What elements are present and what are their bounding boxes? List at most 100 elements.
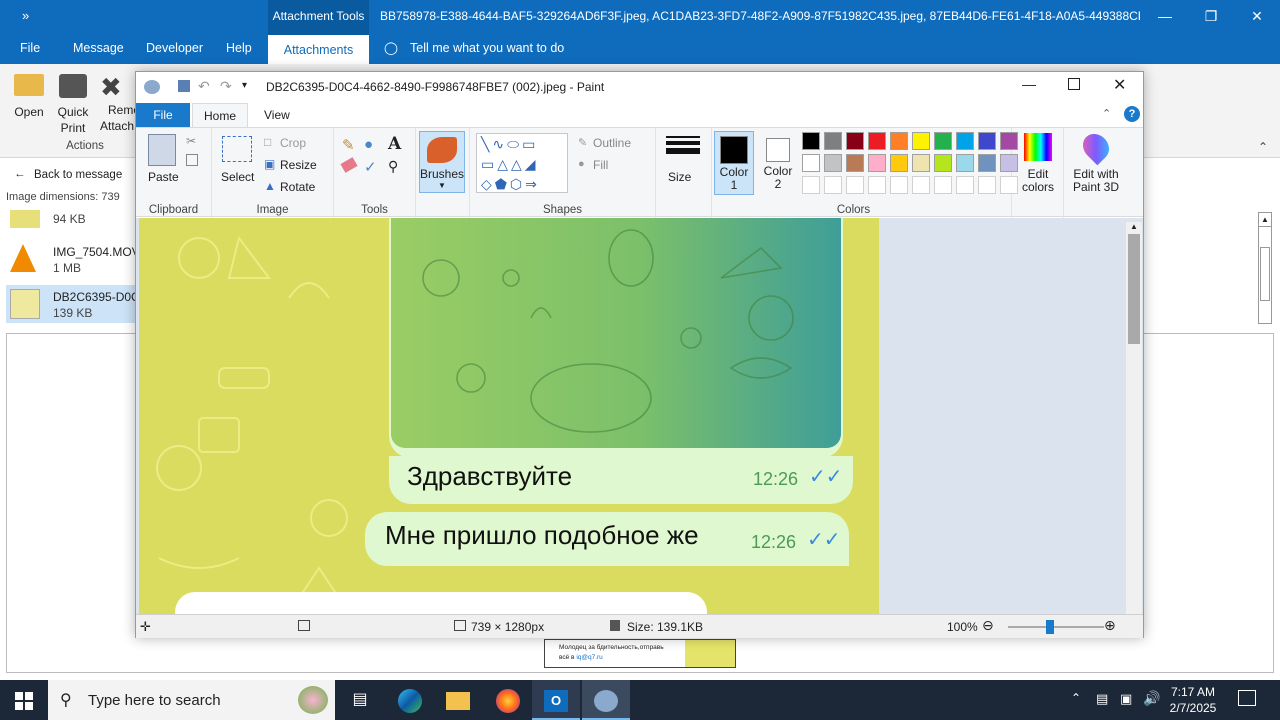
firefox-icon[interactable] — [484, 680, 532, 720]
display-icon[interactable]: ▣ — [1120, 691, 1132, 707]
zoom-slider-thumb[interactable] — [1046, 620, 1054, 634]
palette-swatch[interactable] — [978, 132, 996, 150]
outline-button[interactable]: Outline — [593, 136, 631, 150]
tab-developer[interactable]: Developer — [146, 33, 203, 64]
select-icon[interactable] — [222, 136, 252, 162]
zoom-in-button[interactable]: ⊕ — [1104, 617, 1116, 634]
collapse-ribbon-icon[interactable]: ⌃ — [1258, 140, 1268, 154]
tab-file[interactable]: File — [20, 33, 40, 64]
palette-swatch[interactable] — [978, 176, 996, 194]
palette-swatch[interactable] — [824, 154, 842, 172]
palette-swatch[interactable] — [956, 154, 974, 172]
edge-icon[interactable] — [386, 680, 434, 720]
canvas-vertical-scrollbar[interactable]: ▲ — [1126, 222, 1142, 614]
paint-minimize-button[interactable]: — — [1022, 76, 1036, 92]
maximize-button[interactable]: ❐ — [1188, 0, 1234, 33]
outlook-taskbar-icon[interactable]: O — [532, 680, 580, 720]
palette-swatch[interactable] — [912, 176, 930, 194]
palette-swatch[interactable] — [890, 176, 908, 194]
tell-me-search[interactable]: Tell me what you want to do — [410, 33, 564, 64]
palette-swatch[interactable] — [868, 154, 886, 172]
back-arrow-icon[interactable]: ← — [14, 168, 26, 180]
start-button[interactable] — [0, 680, 48, 720]
task-view-icon[interactable]: ▤ — [336, 680, 384, 720]
remove-attachment-button[interactable]: ✖ Remo Attach — [100, 72, 136, 134]
palette-swatch[interactable] — [802, 176, 820, 194]
color2-button[interactable]: Color 2 — [758, 131, 798, 195]
palette-swatch[interactable] — [802, 132, 820, 150]
crop-button[interactable]: Crop — [280, 136, 306, 150]
palette-swatch[interactable] — [846, 176, 864, 194]
tab-message[interactable]: Message — [73, 33, 124, 64]
palette-swatch[interactable] — [956, 176, 974, 194]
back-to-message-link[interactable]: Back to message — [34, 169, 122, 181]
rotate-button[interactable]: Rotate — [280, 180, 315, 194]
palette-swatch[interactable] — [934, 132, 952, 150]
attachment-item-selected[interactable]: DB2C6395-D0C4 139 KB — [6, 285, 146, 323]
palette-swatch[interactable] — [912, 132, 930, 150]
magnifier-icon[interactable]: ⚲ — [388, 158, 398, 175]
canvas-image[interactable]: Здравствуйте 12:26 ✓✓ Мне пришло подобно… — [139, 218, 879, 614]
scrollbar[interactable]: ▲ — [1258, 212, 1272, 324]
palette-swatch[interactable] — [934, 154, 952, 172]
palette-swatch[interactable] — [868, 176, 886, 194]
zoom-slider[interactable] — [1008, 626, 1104, 628]
palette-swatch[interactable] — [802, 154, 820, 172]
text-tool-icon[interactable]: A — [388, 134, 401, 154]
palette-swatch[interactable] — [846, 154, 864, 172]
help-icon[interactable]: ? — [1124, 106, 1140, 122]
pencil-icon[interactable]: ✎ — [342, 136, 355, 154]
palette-swatch[interactable] — [978, 154, 996, 172]
brushes-button[interactable]: Brushes ▼ — [419, 131, 465, 193]
paste-button[interactable]: Paste — [148, 170, 179, 184]
quick-print-button[interactable]: Quick Print — [52, 72, 94, 136]
color-picker-icon[interactable]: ✓ — [364, 158, 377, 176]
cut-icon[interactable]: ✂ — [186, 134, 196, 148]
tab-attachments[interactable]: Attachments — [268, 33, 369, 64]
fill-button[interactable]: Fill — [593, 158, 608, 172]
edit-with-paint3d-button[interactable]: Edit with Paint 3D — [1064, 168, 1128, 194]
redo-icon[interactable]: ↷ — [220, 78, 232, 95]
size-button[interactable]: Size — [668, 170, 691, 184]
minimize-button[interactable]: — — [1142, 0, 1188, 33]
customize-qat-icon[interactable]: ▾ — [242, 80, 247, 91]
paint-close-button[interactable]: ✕ — [1113, 75, 1126, 95]
paste-icon[interactable] — [148, 134, 176, 166]
palette-swatch[interactable] — [956, 132, 974, 150]
clock[interactable]: 7:17 AM 2/7/2025 — [1166, 684, 1220, 716]
paint-tab-file[interactable]: File — [136, 103, 190, 127]
resize-button[interactable]: Resize — [280, 158, 317, 172]
file-explorer-icon[interactable] — [434, 680, 482, 720]
network-icon[interactable]: ▤ — [1096, 691, 1108, 707]
copy-icon[interactable] — [186, 154, 198, 166]
palette-swatch[interactable] — [934, 176, 952, 194]
shapes-gallery[interactable]: ╲∿⬭▭ ▭△△◢ ◇⬟⬡⇒ — [476, 133, 568, 193]
select-button[interactable]: Select — [221, 170, 254, 184]
fill-bucket-icon[interactable]: ● — [364, 136, 373, 153]
palette-swatch[interactable] — [868, 132, 886, 150]
palette-swatch[interactable] — [846, 132, 864, 150]
taskbar-search-box[interactable]: ⚲ Type here to search — [48, 680, 335, 720]
scroll-up-icon[interactable]: ▲ — [1126, 222, 1142, 232]
tab-help[interactable]: Help — [226, 33, 252, 64]
notifications-icon[interactable] — [1238, 690, 1256, 706]
size-icon[interactable] — [666, 136, 700, 154]
palette-swatch[interactable] — [824, 132, 842, 150]
paint-taskbar-icon[interactable] — [582, 680, 630, 720]
palette-swatch[interactable] — [890, 154, 908, 172]
scroll-thumb[interactable] — [1128, 234, 1140, 344]
color1-button[interactable]: Color 1 — [714, 131, 754, 195]
edit-colors-button[interactable]: Edit colors — [1012, 168, 1064, 194]
attachment-item[interactable]: IMG_7504.MOV 1 MB — [6, 240, 140, 278]
palette-swatch[interactable] — [824, 176, 842, 194]
palette-swatch[interactable] — [890, 132, 908, 150]
canvas-area[interactable]: Здравствуйте 12:26 ✓✓ Мне пришло подобно… — [136, 218, 1143, 614]
ribbon-collapse-icon[interactable]: ⌃ — [1102, 107, 1111, 120]
paint-tab-home[interactable]: Home — [192, 103, 248, 128]
paint-maximize-button[interactable] — [1068, 78, 1080, 90]
close-button[interactable]: ✕ — [1234, 0, 1280, 33]
palette-swatch[interactable] — [912, 154, 930, 172]
paint-tab-view[interactable]: View — [264, 103, 290, 127]
undo-icon[interactable]: ↶ — [198, 78, 210, 95]
volume-icon[interactable]: 🔊 — [1143, 690, 1160, 707]
